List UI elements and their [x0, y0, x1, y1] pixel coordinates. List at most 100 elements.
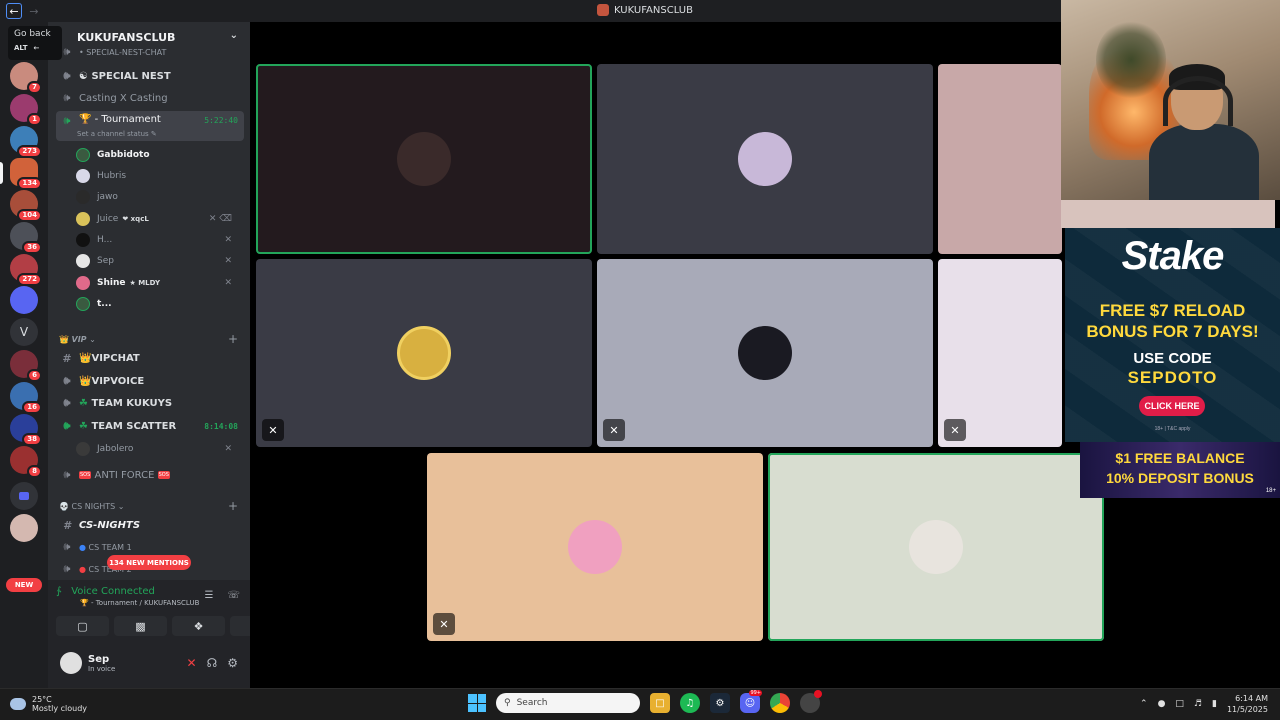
voice-user[interactable]: t...	[76, 294, 242, 314]
server-icon-kukufansclub[interactable]: 134	[10, 158, 42, 190]
discord-badge: 99+	[749, 690, 762, 696]
channel-item-casting[interactable]: 🕪 Casting X Casting	[56, 88, 244, 108]
chevron-down-icon: ⌄	[89, 334, 96, 344]
activities-button[interactable]: ❖	[172, 616, 225, 636]
weather-widget[interactable]: 25°C Mostly cloudy	[10, 695, 87, 713]
channel-item-team-scatter[interactable]: 🕪 ☘ TEAM SCATTER 8:14:08	[56, 416, 244, 436]
server-icon-letter[interactable]: V	[10, 318, 38, 346]
server-icon[interactable]: 272	[10, 254, 42, 286]
server-icon[interactable]: 38	[10, 414, 42, 446]
hash-icon: #	[62, 351, 72, 365]
category-icon: 💀	[59, 501, 69, 511]
channel-prefix: •	[79, 47, 84, 57]
add-channel-icon[interactable]: +	[228, 332, 238, 346]
mention-badge: 273	[17, 145, 42, 158]
app-icon[interactable]	[800, 690, 822, 713]
participant-tile[interactable]: ✕	[938, 259, 1062, 447]
category-cs-nights[interactable]: 💀 CS NIGHTS ⌄ +	[56, 498, 242, 514]
chevron-up-icon[interactable]: ⌃	[1140, 699, 1148, 709]
voice-user[interactable]: jawo	[76, 187, 242, 207]
ad-offer: FREE $7 RELOAD BONUS FOR 7 DAYS!	[1065, 300, 1280, 342]
sos-icon: SOS	[157, 471, 170, 479]
participant-tile[interactable]	[938, 64, 1062, 254]
channel-item-team-kukuys[interactable]: 🕪 ☘ TEAM KUKUYS	[56, 393, 244, 413]
selected-server-pill	[0, 162, 3, 184]
noise-suppression-icon[interactable]: ☰	[205, 590, 214, 601]
voice-user[interactable]: Gabbidoto	[76, 145, 242, 165]
chrome-icon[interactable]	[770, 693, 790, 713]
file-explorer-icon[interactable]: □	[650, 693, 670, 713]
channel-item-cs-nights[interactable]: # CS-NIGHTS	[56, 515, 244, 535]
discord-icon[interactable]	[10, 286, 38, 314]
settings-gear-icon[interactable]: ⚙	[227, 656, 238, 670]
server-icon[interactable]: 104	[10, 190, 42, 222]
voice-user[interactable]: Juice ❤ xqcL ✕ ⌫	[76, 209, 242, 229]
headphones-icon[interactable]: ☊	[207, 656, 218, 670]
participant-tile[interactable]	[256, 64, 592, 254]
voice-user[interactable]: Sep ✕	[76, 251, 242, 271]
speaker-icon: 🕪	[63, 562, 71, 575]
server-icon[interactable]: 1	[10, 94, 42, 126]
speaker-icon: 🕪	[63, 374, 71, 387]
bonus-banner[interactable]: $1 FREE BALANCE 10% DEPOSIT BONUS 18+	[1080, 442, 1280, 498]
voice-user[interactable]: H... ✕	[76, 230, 242, 250]
discord-taskbar-icon[interactable]: ☺ 99+	[740, 690, 762, 713]
server-icon[interactable]: 8	[10, 446, 42, 478]
server-icon[interactable]: 36	[10, 222, 42, 254]
forward-arrow-icon[interactable]: →	[26, 3, 42, 19]
channel-prefix: 👑	[79, 352, 92, 364]
server-icon[interactable]	[10, 514, 38, 542]
network-icon[interactable]: □	[1175, 699, 1184, 709]
voice-user[interactable]: Jabolero ✕	[76, 439, 242, 459]
channel-status[interactable]: Set a channel status ✎	[77, 130, 157, 138]
server-icon[interactable]: 7	[10, 62, 42, 94]
steam-icon[interactable]: ⚙	[710, 693, 730, 713]
stake-ad[interactable]: Stake FREE $7 RELOAD BONUS FOR 7 DAYS! US…	[1065, 228, 1280, 442]
voice-user[interactable]: Hubris	[76, 166, 242, 186]
ad-click-button[interactable]: CLICK HERE	[1139, 396, 1205, 416]
voice-location[interactable]: 🏆 - Tournament / KUKUFANSCLUB	[80, 599, 199, 607]
back-arrow-icon[interactable]: ←	[6, 3, 22, 19]
channel-item-special-nest[interactable]: 🕪 ☯ SPECIAL NEST	[56, 66, 244, 86]
participant-tile[interactable]	[597, 64, 933, 254]
channel-item-vipchat[interactable]: # 👑 VIPCHAT	[56, 348, 244, 368]
spotify-icon[interactable]: ♫	[680, 693, 700, 713]
screen-share-button[interactable]: ▩	[114, 616, 167, 636]
participant-tile[interactable]: ✕	[597, 259, 933, 447]
ad-offer-line1: FREE $7 RELOAD	[1099, 301, 1246, 320]
new-badge[interactable]: NEW	[6, 578, 42, 592]
taskbar-search[interactable]: ⚲ Search	[496, 693, 640, 713]
channel-item[interactable]: 🕪 • SPECIAL-NEST-CHAT	[56, 46, 244, 58]
channel-item-cs-team-1[interactable]: 🕪 ● CS TEAM 1	[56, 537, 244, 557]
disconnect-icon[interactable]: ☏	[227, 590, 240, 601]
avatar	[568, 520, 622, 574]
volume-icon[interactable]: ♬	[1194, 699, 1202, 709]
channel-item-vipvoice[interactable]: 🕪 👑 VIPVOICE	[56, 371, 244, 391]
camera-off-button[interactable]: ▢	[56, 616, 109, 636]
speaker-icon: 🕪	[63, 540, 71, 553]
mic-off-icon: ✕	[224, 256, 232, 266]
category-vip[interactable]: 👑 VIP ⌄ +	[56, 331, 242, 347]
channel-prefix: ☯	[79, 70, 88, 82]
server-icon[interactable]: 16	[10, 382, 42, 414]
mic-off-icon: ✕	[603, 419, 625, 441]
participant-tile[interactable]	[768, 453, 1104, 641]
battery-icon[interactable]: ▮	[1212, 699, 1217, 709]
user-card[interactable]: Sep In voice	[60, 652, 115, 674]
server-icon[interactable]: 273	[10, 126, 42, 158]
stake-logo: Stake	[1121, 234, 1225, 278]
mic-icon[interactable]: ●	[1158, 699, 1166, 709]
participant-tile[interactable]: ✕	[256, 259, 592, 447]
folder-icon[interactable]	[10, 482, 38, 510]
windows-start-icon[interactable]	[468, 694, 486, 712]
user-name: Gabbidoto	[97, 150, 150, 160]
new-mentions-badge[interactable]: 134 NEW MENTIONS	[107, 555, 191, 570]
mic-muted-icon[interactable]: ✕	[187, 656, 197, 670]
clock[interactable]: 6:14 AM 11/5/2025	[1227, 693, 1268, 715]
participant-tile[interactable]: ✕	[427, 453, 763, 641]
add-channel-icon[interactable]: +	[228, 499, 238, 513]
channel-item-anti-force[interactable]: 🕪 SOS ANTI FORCE SOS	[56, 465, 244, 485]
server-icon[interactable]: 6	[10, 350, 42, 382]
voice-user[interactable]: Shine ★ MLDY ✕	[76, 273, 242, 293]
voice-connected[interactable]: ∱ Voice Connected	[56, 586, 155, 597]
